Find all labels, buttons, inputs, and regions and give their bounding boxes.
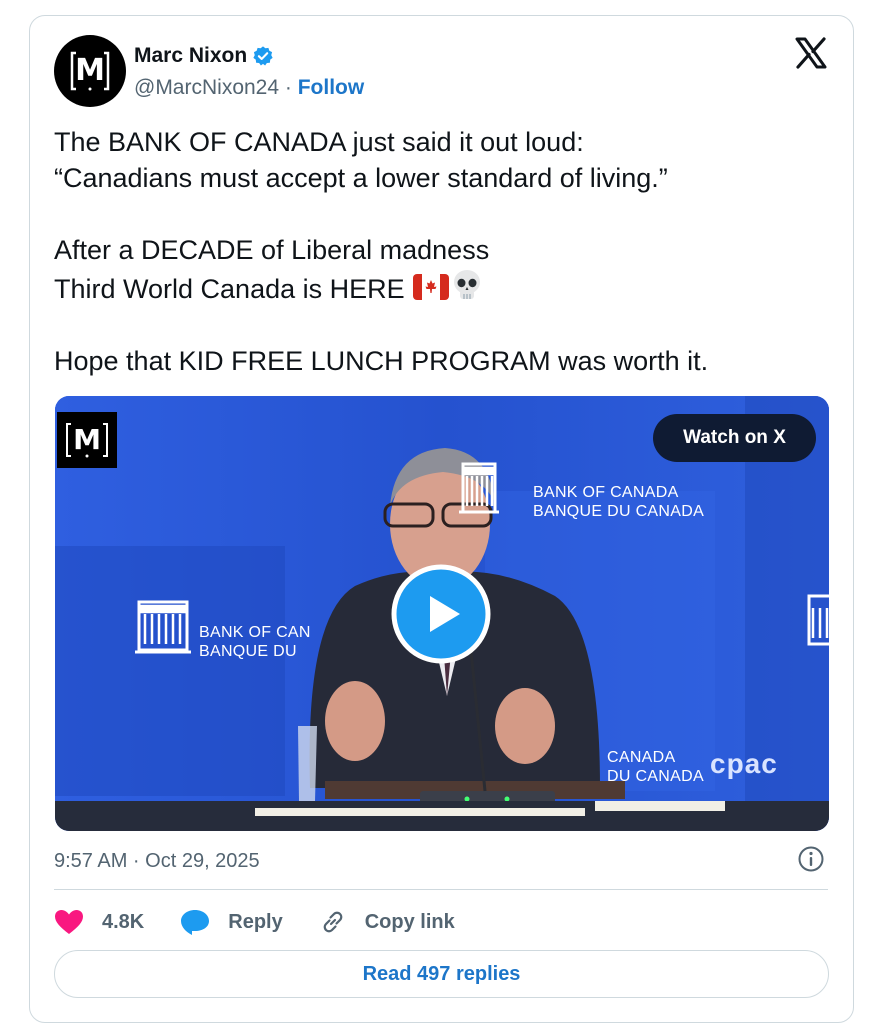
author-name[interactable]: Marc Nixon (134, 44, 247, 68)
link-icon (323, 911, 343, 933)
backdrop-label-line: BANQUE DU CANADA (533, 503, 705, 520)
action-bar: 4.8K Reply Copy link (54, 906, 491, 938)
watermark-logo: M (57, 412, 117, 468)
avatar-letter: M (75, 53, 105, 88)
play-icon[interactable] (390, 563, 492, 665)
skull-icon (454, 270, 481, 299)
broadcaster-logo: cpac (710, 748, 778, 779)
like-count: 4.8K (102, 910, 145, 933)
reply-label: Reply (228, 910, 283, 933)
bank-logo-icon (459, 462, 499, 514)
backdrop-label: BANK OF CAN BANQUE DU (199, 623, 311, 661)
x-logo-icon[interactable] (794, 36, 828, 70)
read-replies-button[interactable]: Read 497 replies (54, 950, 829, 998)
author-name-row: Marc Nixon (134, 42, 274, 70)
video-player[interactable]: BANK OF CANADA BANQUE DU CANADA BANK OF … (55, 396, 829, 831)
tweet-line: After a DECADE of Liberal madness (54, 235, 490, 265)
tweet-timestamp[interactable]: 9:57 AM · Oct 29, 2025 (54, 850, 260, 873)
tweet-line: Third World Canada is HERE (54, 274, 405, 304)
backdrop-label-line: DU CANADA (607, 768, 704, 785)
tweet-card: M Marc Nixon @MarcNixon24 · Follow The B… (29, 15, 854, 1023)
tweet-line: The BANK OF CANADA just said it out loud… (54, 127, 584, 157)
verified-badge-icon (253, 46, 273, 66)
like-button[interactable]: 4.8K (54, 909, 144, 935)
copy-link-button[interactable]: Copy link (319, 908, 455, 936)
backdrop-label: BANK OF CANADA BANQUE DU CANADA (533, 483, 704, 521)
backdrop-label-line: CANADA (607, 749, 676, 766)
copy-link-label: Copy link (364, 910, 455, 933)
info-icon[interactable] (797, 845, 825, 873)
author-handle[interactable]: @MarcNixon24 (134, 76, 279, 100)
watermark-letter: M (73, 423, 101, 456)
handle-separator: · (279, 76, 298, 99)
bank-logo-icon (807, 594, 829, 646)
bank-logo-icon (135, 600, 191, 654)
canada-flag-icon (413, 274, 450, 300)
heart-icon (55, 910, 83, 934)
backdrop-label-line: BANK OF CANADA (533, 484, 679, 501)
tweet-line-with-emoji: Third World Canada is HERE (54, 268, 834, 307)
divider (54, 889, 828, 890)
reply-button[interactable]: Reply (180, 908, 283, 936)
tweet-line: “Canadians must accept a lower standard … (54, 163, 668, 193)
author-handle-row: @MarcNixon24 · Follow (134, 76, 364, 100)
avatar[interactable]: M (54, 35, 126, 107)
tweet-text: The BANK OF CANADA just said it out loud… (54, 124, 834, 379)
reply-bubble-icon (181, 910, 210, 935)
backdrop-label-line: BANK OF CAN (199, 624, 311, 641)
backdrop-label-line: BANQUE DU (199, 643, 297, 660)
tweet-line: Hope that KID FREE LUNCH PROGRAM was wor… (54, 346, 709, 376)
backdrop-label: CANADA DU CANADA (607, 748, 704, 786)
watch-on-x-button[interactable]: Watch on X (653, 414, 816, 462)
follow-button[interactable]: Follow (298, 76, 365, 100)
